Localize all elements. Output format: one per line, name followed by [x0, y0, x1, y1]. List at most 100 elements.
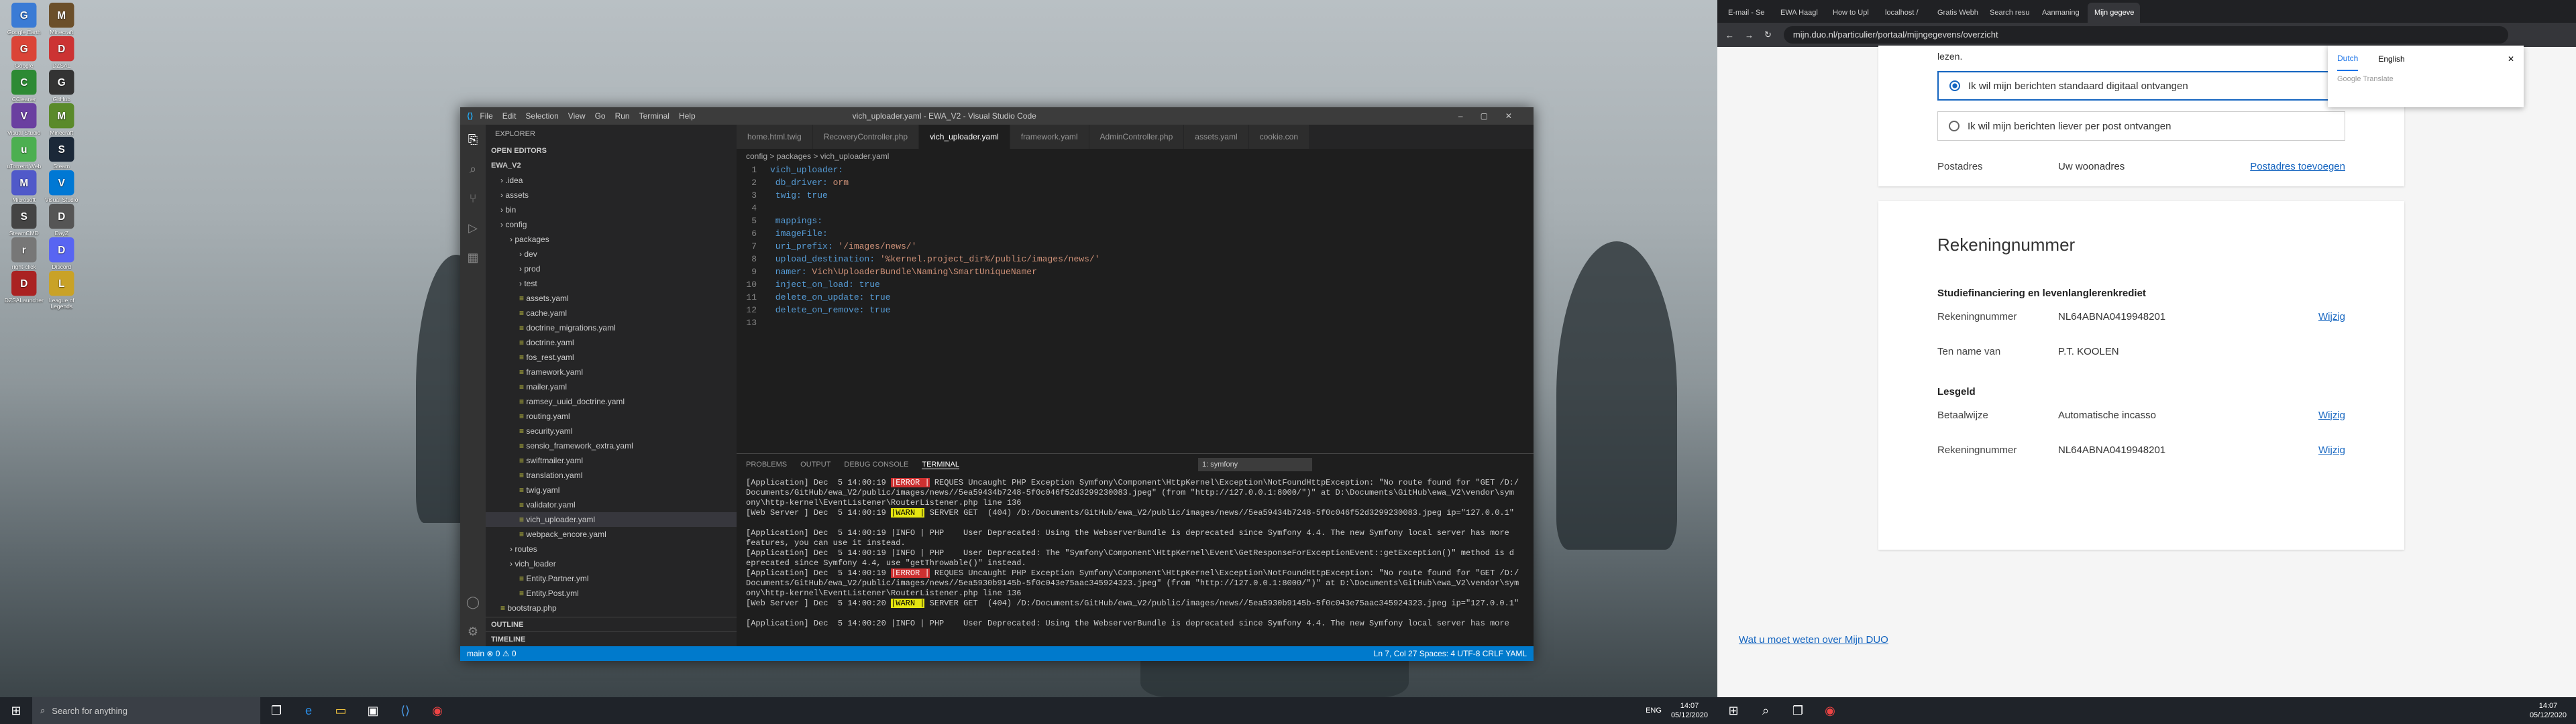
account-icon[interactable]: ◯ [460, 587, 486, 617]
postadres-link[interactable]: Postadres toevoegen [2250, 161, 2345, 172]
file-tree-item[interactable]: ≡ ramsey_uuid_doctrine.yaml [486, 394, 737, 409]
search-icon[interactable]: ⌕ [1750, 697, 1782, 724]
status-right[interactable]: Ln 7, Col 27 Spaces: 4 UTF-8 CRLF YAML [1374, 646, 1527, 661]
editor-tab[interactable]: cookie.con [1248, 125, 1309, 149]
menu-item[interactable]: View [568, 111, 586, 121]
desktop-icon[interactable]: r right-click [4, 237, 44, 270]
file-tree-item[interactable]: › routes [486, 542, 737, 556]
search-icon[interactable]: ⌕ [460, 154, 486, 184]
editor-tab[interactable]: AdminController.php [1089, 125, 1185, 149]
menu-item[interactable]: Selection [525, 111, 558, 121]
timeline-section[interactable]: TIMELINE [486, 631, 737, 646]
browser-tab[interactable]: E-mail - Se [1721, 3, 1774, 23]
file-explorer-icon[interactable]: ▭ [325, 697, 357, 724]
file-tree-item[interactable]: ≡ validator.yaml [486, 497, 737, 512]
extensions-icon[interactable]: ▦ [460, 243, 486, 272]
file-tree-item[interactable]: › packages [486, 232, 737, 247]
project-root[interactable]: EWA_V2 [486, 158, 737, 173]
outline-section[interactable]: OUTLINE [486, 617, 737, 631]
translate-english-tab[interactable]: English [2378, 54, 2404, 64]
file-tree-item[interactable]: ≡ twig.yaml [486, 483, 737, 497]
browser-tab[interactable]: EWA Haagl [1774, 3, 1826, 23]
radio-post[interactable]: Ik wil mijn berichten liever per post on… [1937, 111, 2345, 141]
windows-start-icon[interactable]: ⊞ [0, 697, 32, 724]
wijzig-link[interactable]: Wijzig [2318, 410, 2345, 421]
chrome-taskbar-icon[interactable]: ◉ [421, 697, 453, 724]
desktop-icon[interactable]: D DayZ [42, 204, 82, 237]
panel-tab[interactable]: PROBLEMS [746, 461, 787, 469]
file-tree-item[interactable]: › dev [486, 247, 737, 261]
file-tree-item[interactable]: › prod [486, 261, 737, 276]
wijzig-link[interactable]: Wijzig [2318, 311, 2345, 322]
file-tree-item[interactable]: ≡ framework.yaml [486, 365, 737, 379]
chrome-taskbar-icon[interactable]: ◉ [1814, 697, 1846, 724]
menu-item[interactable]: Run [615, 111, 630, 121]
file-tree-item[interactable]: › assets [486, 188, 737, 202]
desktop-icon[interactable]: S SteamCMD [4, 204, 44, 237]
file-tree-item[interactable]: ≡ routing.yaml [486, 409, 737, 424]
desktop-icon[interactable]: D DZSALauncher [4, 271, 44, 304]
file-tree-item[interactable]: ≡ sensio_framework_extra.yaml [486, 438, 737, 453]
editor-tab[interactable]: RecoveryController.php [812, 125, 920, 149]
file-tree-item[interactable]: ≡ cache.yaml [486, 306, 737, 320]
open-editors-section[interactable]: OPEN EDITORS [486, 143, 737, 158]
radio-digital[interactable]: Ik wil mijn berichten standaard digitaal… [1937, 71, 2345, 101]
file-tree-item[interactable]: ≡ security.yaml [486, 424, 737, 438]
file-tree-item[interactable]: ≡ swiftmailer.yaml [486, 453, 737, 468]
terminal-output[interactable]: [Application] Dec 5 14:00:19 |ERROR | RE… [737, 475, 1534, 631]
desktop-icon[interactable]: S Steam [42, 137, 82, 170]
task-view-icon[interactable]: ❐ [1782, 697, 1814, 724]
close-icon[interactable]: ✕ [2508, 54, 2524, 64]
desktop-icon[interactable]: C CCleaner [4, 70, 44, 103]
file-tree-item[interactable]: › vich_loader [486, 556, 737, 571]
vscode-taskbar-icon[interactable]: ⟨⟩ [389, 697, 421, 724]
file-tree-item[interactable]: ≡ mailer.yaml [486, 379, 737, 394]
editor-tab[interactable]: assets.yaml [1184, 125, 1249, 149]
file-tree-item[interactable]: ≡ Entity.Partner.yml [486, 571, 737, 586]
gear-icon[interactable]: ⚙ [460, 617, 486, 646]
browser-tab[interactable]: How to Upl [1826, 3, 1878, 23]
file-tree-item[interactable]: ≡ bootstrap.php [486, 601, 737, 615]
footer-link[interactable]: Wat u moet weten over Mijn DUO [1739, 634, 1888, 646]
file-tree-item[interactable]: › config [486, 217, 737, 232]
file-tree-item[interactable]: › bin [486, 202, 737, 217]
file-tree-item[interactable]: ≡ fos_rest.yaml [486, 350, 737, 365]
menu-item[interactable]: File [480, 111, 492, 121]
forward-icon[interactable]: → [1745, 30, 1754, 40]
taskbar-search[interactable]: ⌕ Search for anything [32, 697, 260, 724]
breadcrumb[interactable]: config > packages > vich_uploader.yaml [737, 149, 1534, 164]
edge-icon[interactable]: e [292, 697, 325, 724]
file-tree-item[interactable]: › test [486, 276, 737, 291]
menu-item[interactable]: Edit [502, 111, 517, 121]
menu-item[interactable]: Go [595, 111, 606, 121]
browser-tab[interactable]: Aanmaning [2035, 3, 2088, 23]
reload-icon[interactable]: ↻ [1764, 29, 1772, 40]
desktop-icon[interactable]: V Visual Studio [4, 103, 44, 136]
browser-tab[interactable]: Search resu [1983, 3, 2035, 23]
back-icon[interactable]: ← [1725, 30, 1734, 40]
file-tree-item[interactable]: › .idea [486, 173, 737, 188]
editor-tab[interactable]: home.html.twig [737, 125, 813, 149]
menu-item[interactable]: Help [679, 111, 696, 121]
desktop-icon[interactable]: M Minecraft [42, 3, 82, 36]
desktop-icon[interactable]: D DZSAL [42, 36, 82, 69]
task-view-icon[interactable]: ❐ [260, 697, 292, 724]
browser-tab[interactable]: Mijn gegeve [2088, 3, 2140, 23]
wijzig-link[interactable]: Wijzig [2318, 444, 2345, 456]
terminal-select[interactable]: 1: symfony [1198, 458, 1312, 471]
explorer-icon[interactable]: ⎘ [460, 125, 486, 154]
browser-tab[interactable]: localhost / [1878, 3, 1931, 23]
desktop-icon[interactable]: D Discord [42, 237, 82, 270]
desktop-icon[interactable]: u uTorrent Web [4, 137, 44, 170]
store-icon[interactable]: ▣ [357, 697, 389, 724]
run-icon[interactable]: ▷ [460, 213, 486, 243]
editor-tab[interactable]: framework.yaml [1010, 125, 1089, 149]
browser-tab[interactable]: Gratis Webh [1931, 3, 1983, 23]
panel-tab[interactable]: DEBUG CONSOLE [844, 461, 908, 469]
source-control-icon[interactable]: ⑂ [460, 184, 486, 213]
windows-start-icon[interactable]: ⊞ [1717, 697, 1750, 724]
file-tree-item[interactable]: ≡ doctrine_migrations.yaml [486, 320, 737, 335]
code-editor[interactable]: 1 vich_uploader: 2 db_driver: orm 3 twig: t… [737, 164, 1534, 329]
file-tree-item[interactable]: ≡ translation.yaml [486, 468, 737, 483]
file-tree-item[interactable]: ≡ webpack_encore.yaml [486, 527, 737, 542]
